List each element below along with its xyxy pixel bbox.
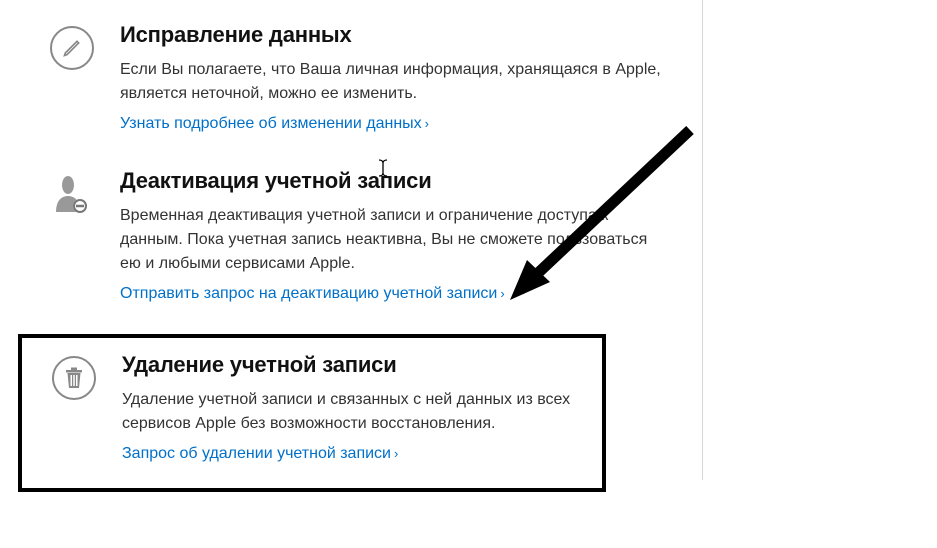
delete-link[interactable]: Запрос об удалении учетной записи› (122, 442, 398, 466)
correct-desc: Если Вы полагаете, что Ваша личная инфор… (120, 58, 670, 106)
deactivate-title: Деактивация учетной записи (120, 168, 670, 194)
section-deactivate-account: Деактивация учетной записи Временная деа… (0, 156, 700, 326)
deactivate-link-text: Отправить запрос на деактивацию учетной … (120, 285, 497, 302)
delete-title: Удаление учетной записи (122, 352, 582, 378)
highlight-delete-box: Удаление учетной записи Удаление учетной… (18, 334, 606, 492)
chevron-right-icon: › (425, 116, 429, 131)
section-correct-data: Исправление данных Если Вы полагаете, чт… (0, 10, 700, 156)
pencil-icon (50, 26, 94, 70)
delete-desc: Удаление учетной записи и связанных с не… (122, 388, 582, 436)
deactivate-desc: Временная деактивация учетной записи и о… (120, 204, 670, 276)
divider-right (702, 0, 703, 480)
delete-link-text: Запрос об удалении учетной записи (122, 445, 391, 462)
section-delete-account: Удаление учетной записи Удаление учетной… (22, 338, 602, 488)
person-minus-icon (50, 172, 94, 216)
chevron-right-icon: › (500, 286, 504, 301)
correct-link-text: Узнать подробнее об изменении данных (120, 115, 422, 132)
deactivate-link[interactable]: Отправить запрос на деактивацию учетной … (120, 282, 505, 306)
correct-title: Исправление данных (120, 22, 670, 48)
correct-link[interactable]: Узнать подробнее об изменении данных› (120, 112, 429, 136)
trash-icon (52, 356, 96, 400)
chevron-right-icon: › (394, 446, 398, 461)
